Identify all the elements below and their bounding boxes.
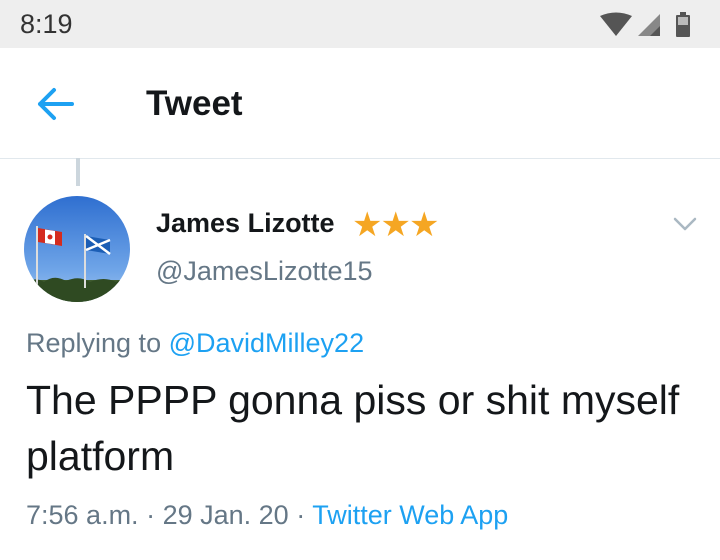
more-options-button[interactable] bbox=[670, 212, 700, 236]
wifi-icon bbox=[600, 12, 632, 36]
status-bar: 8:19 bbox=[0, 0, 720, 48]
status-icons bbox=[600, 12, 690, 37]
chevron-down-icon bbox=[673, 217, 697, 231]
avatar[interactable] bbox=[24, 196, 130, 302]
replying-to-link[interactable]: @DavidMilley22 bbox=[169, 328, 364, 358]
author-name[interactable]: James Lizotte bbox=[156, 208, 335, 239]
page-title: Tweet bbox=[146, 84, 243, 123]
meta-separator: · bbox=[296, 500, 306, 530]
tweet-source-link[interactable]: Twitter Web App bbox=[312, 500, 508, 530]
thread-connector-line bbox=[76, 158, 80, 186]
meta-separator: · bbox=[146, 500, 156, 530]
replying-to-line: Replying to @DavidMilley22 bbox=[26, 328, 364, 359]
tweet-meta: 7:56 a.m. · 29 Jan. 20 · Twitter Web App bbox=[26, 500, 508, 531]
back-button[interactable] bbox=[34, 84, 78, 124]
author-handle[interactable]: @JamesLizotte15 bbox=[156, 256, 373, 287]
app-bar: Tweet bbox=[0, 48, 720, 159]
tweet-text: The PPPP gonna piss or shit myself platf… bbox=[26, 377, 680, 479]
arrow-left-icon bbox=[38, 88, 74, 120]
battery-icon bbox=[676, 12, 690, 37]
star-rating-icons: ★★★ bbox=[352, 206, 439, 244]
tweet-time: 7:56 a.m. bbox=[26, 500, 139, 530]
status-time: 8:19 bbox=[20, 9, 73, 39]
avatar-flags-image bbox=[24, 196, 130, 302]
replying-to-label: Replying to bbox=[26, 328, 162, 358]
tweet-date: 29 Jan. 20 bbox=[162, 500, 289, 530]
